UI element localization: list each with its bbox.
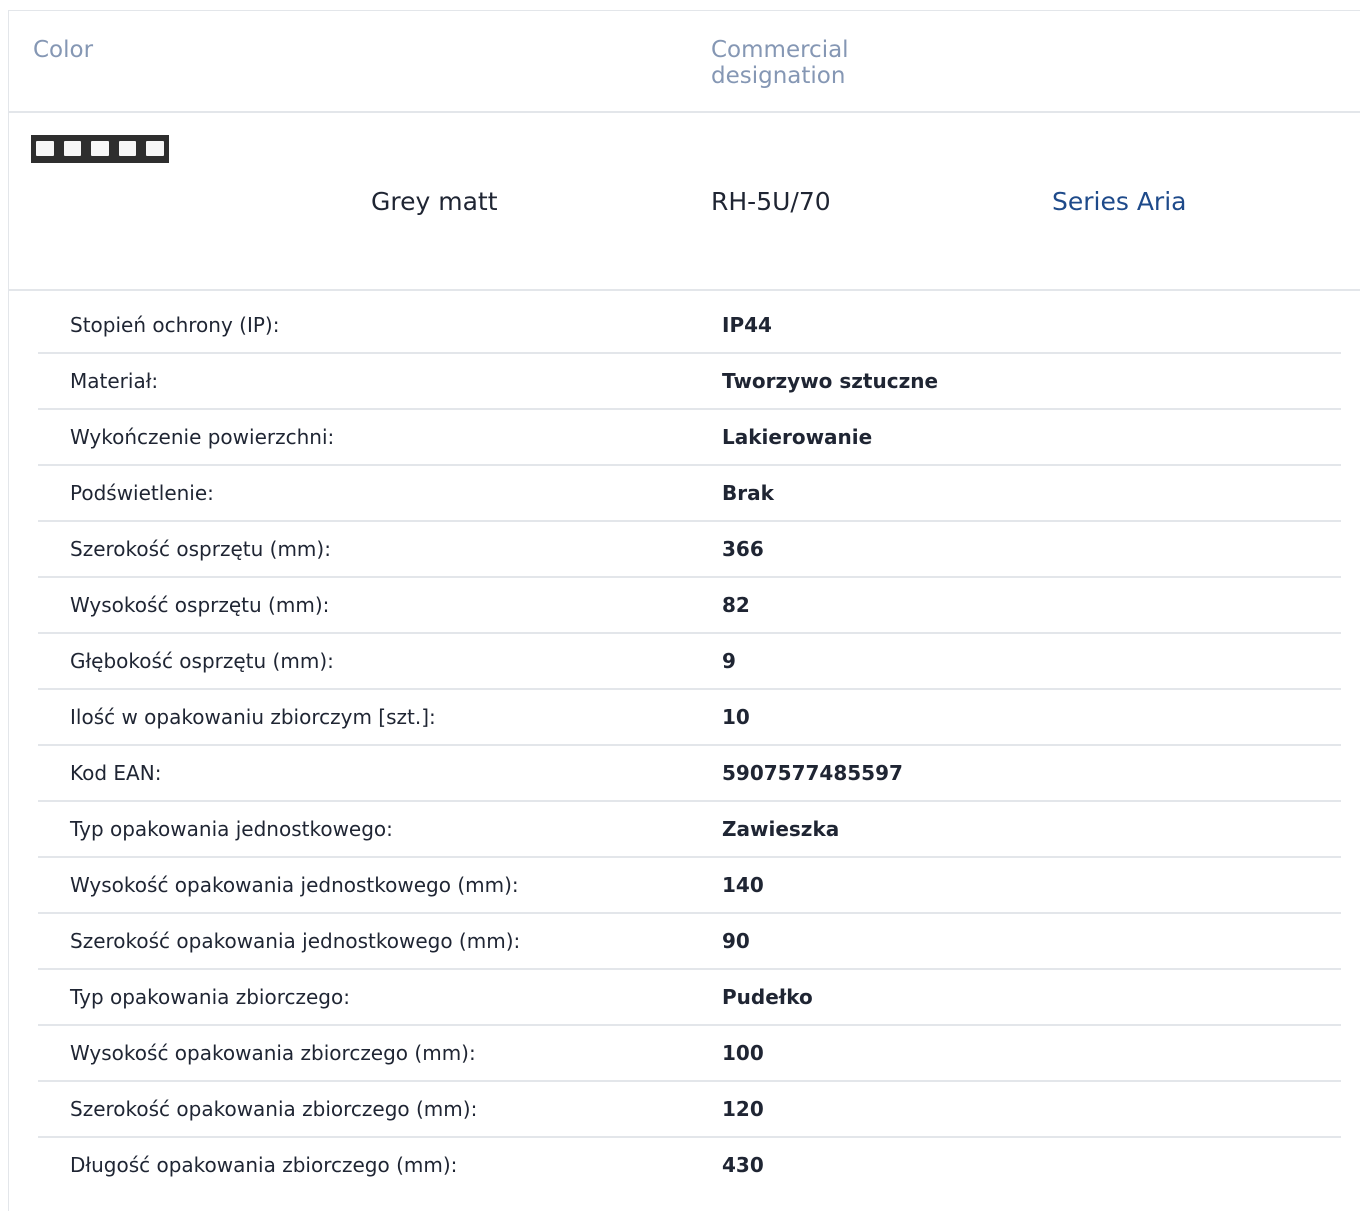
spec-label: Wysokość opakowania zbiorczego (mm): [70,1041,476,1065]
spec-value: 5907577485597 [722,761,903,785]
spec-row: Stopień ochrony (IP): IP44 [38,298,1341,354]
designation-column-header: Commercial designation [711,37,849,89]
spec-row: Długość opakowania zbiorczego (mm): 430 [38,1138,1341,1192]
table-header: Color Commercial designation [9,11,1360,113]
spec-value: 10 [722,705,750,729]
spec-value: 9 [722,649,736,673]
spec-value: 90 [722,929,750,953]
spec-label: Głębokość osprzętu (mm): [70,649,334,673]
spec-label: Podświetlenie: [70,481,214,505]
spec-label: Typ opakowania jednostkowego: [70,817,393,841]
series-link[interactable]: Series Aria [1052,187,1186,216]
spec-row: Materiał: Tworzywo sztuczne [38,354,1341,410]
spec-row: Szerokość opakowania jednostkowego (mm):… [38,914,1341,970]
commercial-designation: RH-5U/70 [711,187,831,216]
spec-row: Ilość w opakowaniu zbiorczym [szt.]: 10 [38,690,1341,746]
spec-row: Typ opakowania jednostkowego: Zawieszka [38,802,1341,858]
spec-value: 140 [722,873,764,897]
spec-value: Brak [722,481,774,505]
color-column-header: Color [33,37,94,63]
spec-row: Wykończenie powierzchni: Lakierowanie [38,410,1341,466]
color-name: Grey matt [371,187,498,216]
spec-label: Szerokość opakowania zbiorczego (mm): [70,1097,478,1121]
spec-row: Kod EAN: 5907577485597 [38,746,1341,802]
spec-row: Głębokość osprzętu (mm): 9 [38,634,1341,690]
spec-label: Długość opakowania zbiorczego (mm): [70,1153,458,1177]
spec-row: Wysokość opakowania zbiorczego (mm): 100 [38,1026,1341,1082]
spec-label: Szerokość osprzętu (mm): [70,537,331,561]
spec-row: Typ opakowania zbiorczego: Pudełko [38,970,1341,1026]
spec-label: Materiał: [70,369,159,393]
spec-value: Zawieszka [722,817,840,841]
spec-value: 100 [722,1041,764,1065]
spec-row: Szerokość osprzętu (mm): 366 [38,522,1341,578]
spec-table: Stopień ochrony (IP): IP44 Materiał: Two… [38,298,1341,1192]
spec-label: Wysokość opakowania jednostkowego (mm): [70,873,519,897]
spec-label: Wykończenie powierzchni: [70,425,335,449]
spec-label: Stopień ochrony (IP): [70,313,280,337]
spec-value: Pudełko [722,985,813,1009]
spec-value: IP44 [722,313,772,337]
product-row: Grey matt RH-5U/70 Series Aria [9,113,1360,291]
spec-row: Wysokość opakowania jednostkowego (mm): … [38,858,1341,914]
spec-value: Tworzywo sztuczne [722,369,939,393]
spec-row: Wysokość osprzętu (mm): 82 [38,578,1341,634]
five-gang-frame-icon [31,135,169,163]
spec-row: Szerokość opakowania zbiorczego (mm): 12… [38,1082,1341,1138]
spec-value: 82 [722,593,750,617]
spec-row: Podświetlenie: Brak [38,466,1341,522]
spec-value: 366 [722,537,764,561]
spec-label: Szerokość opakowania jednostkowego (mm): [70,929,521,953]
spec-value: 430 [722,1153,764,1177]
spec-value: 120 [722,1097,764,1121]
spec-value: Lakierowanie [722,425,873,449]
spec-label: Kod EAN: [70,761,162,785]
spec-label: Typ opakowania zbiorczego: [70,985,350,1009]
spec-label: Wysokość osprzętu (mm): [70,593,330,617]
spec-label: Ilość w opakowaniu zbiorczym [szt.]: [70,705,436,729]
